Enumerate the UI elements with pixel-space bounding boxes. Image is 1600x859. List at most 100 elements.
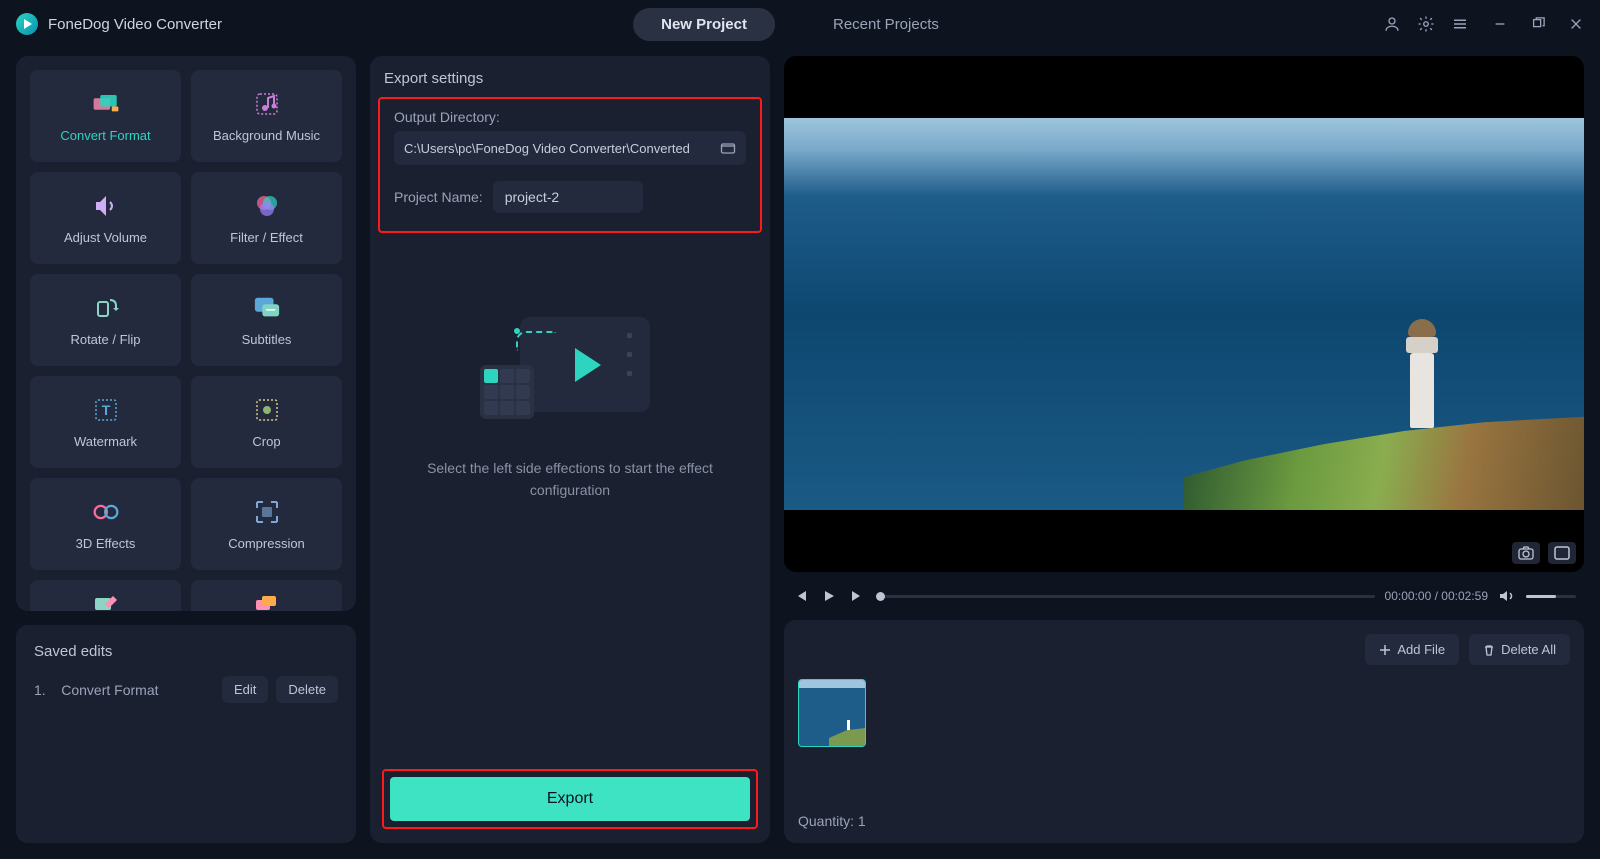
convert-format-icon [92, 90, 120, 118]
three-d-icon [92, 498, 120, 526]
snapshot-icon[interactable] [1512, 542, 1540, 564]
prev-button[interactable] [792, 587, 810, 605]
tool-label: Convert Format [60, 128, 150, 143]
preview-frame [784, 118, 1584, 510]
watermark-icon: T [92, 396, 120, 424]
file-thumbnails [798, 679, 1570, 805]
tool-extra-1[interactable] [30, 580, 181, 611]
tool-label: Rotate / Flip [70, 332, 140, 347]
video-preview[interactable] [784, 56, 1584, 572]
files-actions: Add File Delete All [798, 634, 1570, 665]
tool-label: Background Music [213, 128, 320, 143]
settings-icon[interactable] [1416, 14, 1436, 34]
volume-slider[interactable] [1526, 595, 1576, 598]
add-file-button[interactable]: Add File [1365, 634, 1459, 665]
left-panel: Convert Format Background Music Adjust V… [16, 56, 356, 843]
delete-all-label: Delete All [1501, 642, 1556, 657]
preview-corner-controls [1512, 542, 1576, 564]
main-layout: Convert Format Background Music Adjust V… [0, 48, 1600, 859]
quantity-label: Quantity: [798, 813, 854, 829]
quantity-value: 1 [858, 813, 866, 829]
tool-label: Adjust Volume [64, 230, 147, 245]
fullscreen-icon[interactable] [1548, 542, 1576, 564]
tool-rotate-flip[interactable]: Rotate / Flip [30, 274, 181, 366]
crop-icon [253, 396, 281, 424]
tab-new-project[interactable]: New Project [633, 8, 775, 41]
files-panel: Add File Delete All Quantity: 1 [784, 620, 1584, 843]
tool-background-music[interactable]: Background Music [191, 70, 342, 162]
menu-icon[interactable] [1450, 14, 1470, 34]
tool-compression[interactable]: Compression [191, 478, 342, 570]
tab-recent-projects[interactable]: Recent Projects [805, 8, 967, 41]
tool-convert-format[interactable]: Convert Format [30, 70, 181, 162]
delete-button[interactable]: Delete [276, 676, 338, 703]
layers-icon [253, 589, 281, 611]
tool-subtitles[interactable]: Subtitles [191, 274, 342, 366]
background-music-icon [253, 90, 281, 118]
output-directory-field[interactable]: C:\Users\pc\FoneDog Video Converter\Conv… [394, 131, 746, 165]
export-settings-title: Export settings [384, 70, 756, 87]
maximize-button[interactable] [1530, 16, 1546, 32]
saved-item-index: 1. [34, 682, 46, 698]
edit-button[interactable]: Edit [222, 676, 268, 703]
saved-item-name: Convert Format [61, 682, 158, 698]
edit-icon [92, 589, 120, 611]
compression-icon [253, 498, 281, 526]
output-directory-value: C:\Users\pc\FoneDog Video Converter\Conv… [404, 141, 690, 156]
effect-placeholder: Select the left side effections to start… [384, 247, 756, 769]
tool-filter-effect[interactable]: Filter / Effect [191, 172, 342, 264]
delete-all-button[interactable]: Delete All [1469, 634, 1570, 665]
tool-grid: Convert Format Background Music Adjust V… [30, 70, 342, 611]
tool-crop[interactable]: Crop [191, 376, 342, 468]
project-name-row: Project Name: [394, 181, 746, 213]
export-fields-highlight: Output Directory: C:\Users\pc\FoneDog Vi… [378, 97, 762, 233]
project-name-input[interactable] [493, 181, 643, 213]
tool-label: Subtitles [242, 332, 292, 347]
saved-actions: Edit Delete [222, 676, 338, 703]
titlebar: FoneDog Video Converter New Project Rece… [0, 0, 1600, 48]
minimize-button[interactable] [1492, 16, 1508, 32]
adjust-volume-icon [92, 192, 120, 220]
main-tabs: New Project Recent Projects [633, 8, 967, 41]
project-name-label: Project Name: [394, 189, 483, 205]
tool-label: Compression [228, 536, 305, 551]
tool-adjust-volume[interactable]: Adjust Volume [30, 172, 181, 264]
output-directory-label: Output Directory: [394, 109, 746, 125]
tool-extra-2[interactable] [191, 580, 342, 611]
tool-label: 3D Effects [76, 536, 136, 551]
tool-label: Filter / Effect [230, 230, 303, 245]
file-thumbnail[interactable] [798, 679, 866, 747]
player-controls: 00:00:00 / 00:02:59 [784, 584, 1584, 608]
app-title: FoneDog Video Converter [48, 16, 222, 33]
volume-icon[interactable] [1498, 587, 1516, 605]
total-time: 00:02:59 [1441, 589, 1488, 603]
tool-label: Crop [252, 434, 280, 449]
saved-edits-card: Saved edits 1. Convert Format Edit Delet… [16, 625, 356, 843]
saved-item: 1. Convert Format [34, 682, 159, 698]
saved-edit-row: 1. Convert Format Edit Delete [34, 676, 338, 703]
tool-label: Watermark [74, 434, 137, 449]
filter-effect-icon [253, 192, 281, 220]
browse-folder-icon[interactable] [720, 140, 736, 156]
account-icon[interactable] [1382, 14, 1402, 34]
export-button-highlight: Export [382, 769, 758, 829]
placeholder-text: Select the left side effections to start… [420, 457, 720, 502]
quantity-row: Quantity: 1 [798, 813, 1570, 829]
app-logo-icon [16, 13, 38, 35]
saved-edits-title: Saved edits [34, 643, 338, 660]
close-button[interactable] [1568, 16, 1584, 32]
right-panel: 00:00:00 / 00:02:59 Add File Delete All [784, 56, 1584, 843]
rotate-flip-icon [92, 294, 120, 322]
tool-grid-card: Convert Format Background Music Adjust V… [16, 56, 356, 611]
titlebar-right [1382, 14, 1584, 34]
tool-3d-effects[interactable]: 3D Effects [30, 478, 181, 570]
svg-text:T: T [101, 402, 110, 418]
seek-bar[interactable] [876, 595, 1375, 598]
tool-watermark[interactable]: T Watermark [30, 376, 181, 468]
placeholder-illustration [480, 317, 660, 427]
export-button[interactable]: Export [390, 777, 750, 821]
export-settings-panel: Export settings Output Directory: C:\Use… [370, 56, 770, 843]
subtitles-icon [253, 294, 281, 322]
next-button[interactable] [848, 587, 866, 605]
play-button[interactable] [820, 587, 838, 605]
